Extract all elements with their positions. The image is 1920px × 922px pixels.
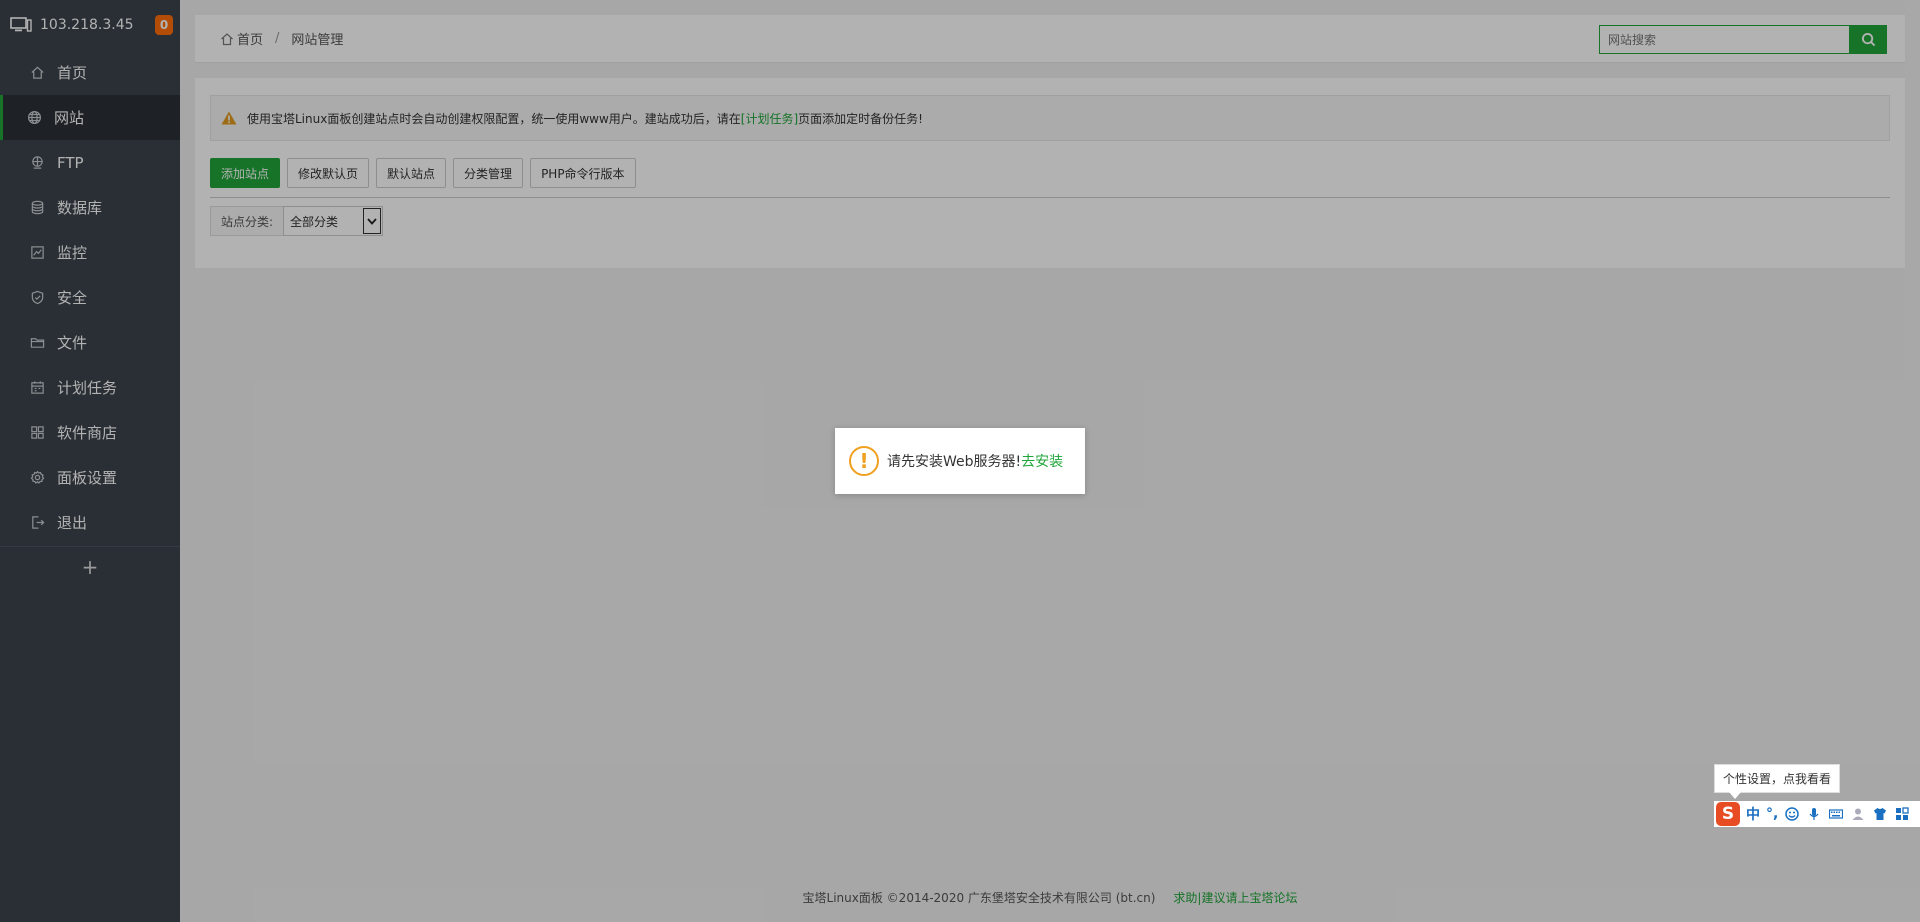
skin-shirt-icon[interactable] xyxy=(1872,806,1888,822)
sogou-logo-icon[interactable]: S xyxy=(1716,802,1740,826)
smiley-icon[interactable] xyxy=(1784,806,1800,822)
install-webserver-dialog: ! 请先安装Web服务器! 去安装 xyxy=(835,428,1085,494)
keyboard-icon[interactable] xyxy=(1828,806,1844,822)
ime-punctuation-toggle[interactable]: °, xyxy=(1766,806,1778,822)
ime-toolbar: S 中 °, xyxy=(1714,801,1920,827)
ime-language-toggle[interactable]: 中 xyxy=(1746,804,1760,824)
exclamation-icon: ! xyxy=(849,446,879,476)
ime-tooltip[interactable]: 个性设置，点我看看 xyxy=(1714,764,1841,799)
user-icon[interactable] xyxy=(1850,806,1866,822)
microphone-icon[interactable] xyxy=(1806,806,1822,822)
dialog-message: 请先安装Web服务器! xyxy=(887,454,1022,470)
toolbox-grid-icon[interactable] xyxy=(1894,806,1910,822)
install-link[interactable]: 去安装 xyxy=(1021,451,1063,471)
